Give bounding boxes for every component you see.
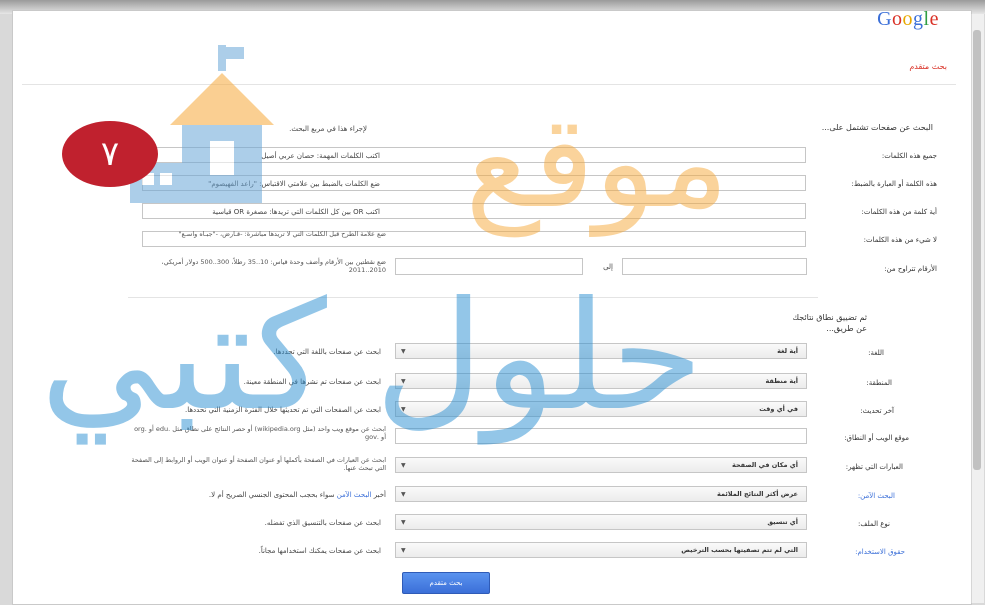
label-none-words: لا شيء من هذه الكلمات: (863, 236, 937, 244)
label-number-range: الأرقام تتراوح من: (884, 265, 937, 273)
file-type-value: أي تنسيق (767, 518, 798, 526)
hint-terms-appearing: ابحث عن العبارات في الصفحة بأكملها أو عن… (131, 456, 386, 472)
usage-rights-select[interactable]: التي لم تتم تصفيتها بحسب الترخيص ▼ (395, 542, 807, 558)
logo-letter: g (913, 8, 924, 30)
label-site-domain: موقع الويب أو النطاق: (844, 434, 909, 442)
file-type-select[interactable]: أي تنسيق ▼ (395, 514, 807, 530)
chevron-down-icon: ▼ (401, 547, 406, 554)
watermark-bottom: حلول كتبي (40, 270, 704, 444)
label-region: المنطقة: (866, 379, 892, 387)
chevron-down-icon: ▼ (401, 519, 406, 526)
hint-file-type: ابحث عن صفحات بالتنسيق الذي تفضله. (264, 519, 381, 527)
page-title: بحث متقدم (909, 62, 947, 71)
logo-letter: o (902, 8, 914, 30)
label-language: اللغة: (868, 349, 884, 357)
terms-appearing-select[interactable]: أي مكان في الصفحة ▼ (395, 457, 807, 473)
hint-safe-search-post: سواء بحجب المحتوى الجنسي الصريح أم لا. (208, 491, 337, 499)
label-exact-phrase: هذه الكلمة أو العبارة بالضبط: (851, 180, 937, 188)
region-value: أية منطقة (765, 377, 798, 385)
google-logo[interactable]: Google (877, 8, 939, 31)
section-hint: لإجراء هذا في مربع البحث. (289, 125, 367, 133)
step-badge: ٧ (62, 121, 158, 187)
section-heading-narrow: ثم تضييق نطاق نتائجك عن طريق... (792, 313, 868, 333)
safe-search-select[interactable]: عرض أكثر النتائج الملائمة ▼ (395, 486, 807, 502)
logo-letter: o (892, 8, 903, 30)
label-all-words: جميع هذه الكلمات: (881, 152, 937, 160)
usage-rights-value: التي لم تتم تصفيتها بحسب الترخيص (681, 546, 798, 554)
last-update-value: في أي وقت (759, 405, 798, 413)
safe-search-link[interactable]: البحث الآمن (337, 491, 372, 499)
safe-search-value: عرض أكثر النتائج الملائمة (717, 490, 798, 498)
label-safe-search[interactable]: البحث الآمن: (858, 492, 895, 500)
label-file-type: نوع الملف: (857, 520, 890, 528)
chevron-down-icon: ▼ (401, 462, 406, 469)
label-usage-rights[interactable]: حقوق الاستخدام: (855, 548, 905, 556)
school-icon (130, 45, 274, 203)
watermark-top: موقع (465, 88, 729, 237)
language-value: أية لغة (777, 347, 798, 355)
hint-usage-rights: ابحث عن صفحات يمكنك استخدامها مجاناً. (258, 547, 381, 555)
label-any-words: أية كلمة من هذه الكلمات: (861, 208, 938, 216)
terms-appearing-value: أي مكان في الصفحة (732, 461, 798, 469)
hint-safe-search-pre: أخبر (371, 491, 386, 499)
hint-safe-search: أخبر البحث الآمن سواء بحجب المحتوى الجنس… (209, 491, 386, 499)
hint-none-words: ضع علامة الطرح قبل الكلمات التي لا تريده… (178, 230, 386, 238)
section-heading-words: البحث عن صفحات تشتمل على... (821, 123, 933, 132)
advanced-search-button[interactable]: بحث متقدم (402, 572, 490, 594)
logo-letter: G (877, 8, 893, 30)
label-last-update: آخر تحديث: (860, 407, 894, 415)
label-terms-appearing: العبارات التي تظهر: (845, 463, 903, 471)
hint-any-words: اكتب OR بين كل الكلمات التي تريدها: مصغر… (212, 208, 380, 216)
scrollbar-thumb[interactable] (973, 30, 981, 470)
chevron-down-icon: ▼ (401, 491, 406, 498)
logo-letter: e (929, 8, 939, 30)
